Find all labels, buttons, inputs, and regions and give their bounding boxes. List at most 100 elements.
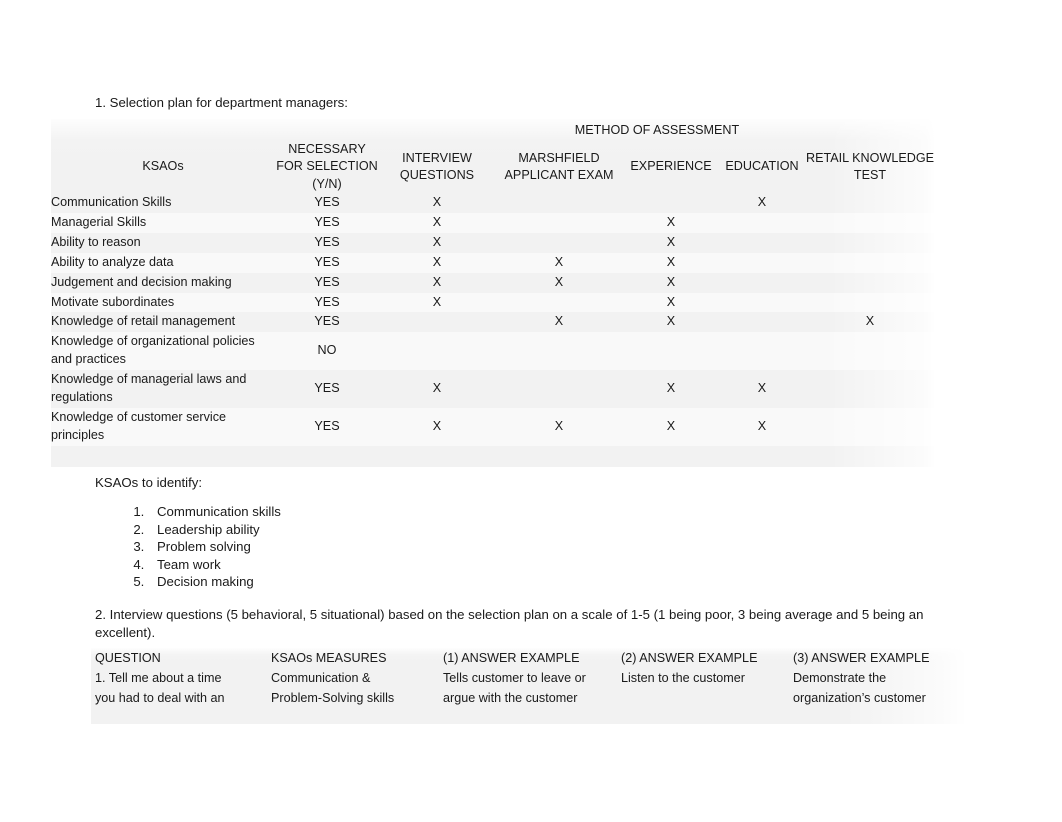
table-row: Knowledge of customer service principles… xyxy=(51,407,935,446)
cell-education xyxy=(719,253,805,273)
column-header: (3) ANSWER EXAMPLE xyxy=(793,651,930,665)
cell-marshfield-applicant-exam xyxy=(495,233,623,253)
cell-experience xyxy=(623,193,719,213)
selection-plan-table-container: METHOD OF ASSESSMENT KSAOs NECESSARY FOR… xyxy=(51,119,935,467)
cell-retail-knowledge-test xyxy=(805,213,935,233)
cell-retail-knowledge-test xyxy=(805,370,935,408)
list-item: Team work xyxy=(148,556,281,574)
ksaos-to-identify-label: KSAOs to identify: xyxy=(95,475,203,490)
cell-necessary-for-selection: YES xyxy=(314,234,340,249)
cell-interview-questions xyxy=(379,332,495,370)
column-header: KSAOs MEASURES xyxy=(271,651,387,665)
column-header-retail-knowledge-test: RETAIL KNOWLEDGE TEST xyxy=(805,150,935,183)
cell-education xyxy=(719,293,805,313)
cell-education xyxy=(719,312,805,332)
cell-ksao-name: Knowledge of customer service principles xyxy=(51,409,226,442)
cell-ksao-name: Ability to reason xyxy=(51,234,141,249)
cell-experience: X xyxy=(666,314,676,329)
ksaos-to-identify-list: Communication skillsLeadership abilityPr… xyxy=(119,503,281,591)
column-header-interview-questions: INTERVIEW QUESTIONS xyxy=(399,150,475,183)
cell-experience: X xyxy=(666,274,676,289)
table-row: Knowledge of managerial laws and regulat… xyxy=(51,370,935,408)
table-row: Knowledge of organizational policies and… xyxy=(51,332,935,370)
table-row: Motivate subordinates YES X X xyxy=(51,292,935,313)
cell-marshfield-applicant-exam xyxy=(495,213,623,233)
column-header-marshfield-applicant-exam: MARSHFIELD APPLICANT EXAM xyxy=(504,150,614,183)
column-header-experience: EXPERIENCE xyxy=(630,159,712,174)
cell-ksaos-measures: Communication & Problem-Solving skills xyxy=(267,668,439,708)
document-page: 1. Selection plan for department manager… xyxy=(0,0,1062,822)
cell-interview-questions xyxy=(379,312,495,332)
cell-answer-example-1: Tells customer to leave or argue with the… xyxy=(439,668,617,708)
cell-answer-example-3: Demonstrate the organization’s customer xyxy=(789,668,967,708)
cell-necessary-for-selection: YES xyxy=(314,195,340,210)
cell-experience: X xyxy=(666,294,676,309)
cell-experience xyxy=(623,332,719,370)
list-item: Problem solving xyxy=(148,538,281,556)
cell-retail-knowledge-test xyxy=(805,273,935,293)
table-row: Ability to analyze data YES X X X xyxy=(51,252,935,273)
cell-answer-example-2: Listen to the customer xyxy=(617,668,789,708)
column-header: (2) ANSWER EXAMPLE xyxy=(621,651,758,665)
interview-questions-paragraph: 2. Interview questions (5 behavioral, 5 … xyxy=(95,607,924,640)
cell-ksao-name: Ability to analyze data xyxy=(51,254,174,269)
cell-necessary-for-selection: YES xyxy=(314,314,340,329)
group-header-spacer-2 xyxy=(275,119,379,141)
cell-interview-questions: X xyxy=(432,418,442,433)
table-header-row: QUESTION KSAOs MEASURES (1) ANSWER EXAMPLE… xyxy=(91,648,967,668)
cell-question: 1. Tell me about a time you had to deal w… xyxy=(91,668,267,708)
cell-necessary-for-selection: YES xyxy=(314,418,340,433)
cell-education: X xyxy=(757,418,767,433)
cell-interview-questions: X xyxy=(432,234,442,249)
cell-retail-knowledge-test xyxy=(805,332,935,370)
table-row: Judgement and decision making YES X X X xyxy=(51,273,935,293)
cell-line: Communication & xyxy=(271,671,371,685)
cell-ksao-name: Judgement and decision making xyxy=(51,274,232,289)
cell-necessary-for-selection: YES xyxy=(314,274,340,289)
cell-marshfield-applicant-exam: X xyxy=(554,274,564,289)
cell-ksao-name: Knowledge of retail management xyxy=(51,314,236,329)
cell-necessary-for-selection: NO xyxy=(317,343,337,358)
column-header: QUESTION xyxy=(95,651,161,665)
table-row: Knowledge of retail management YES X X X xyxy=(51,312,935,332)
cell-retail-knowledge-test xyxy=(805,253,935,273)
cell-necessary-for-selection: YES xyxy=(314,215,340,229)
cell-marshfield-applicant-exam: X xyxy=(554,418,564,433)
group-header-method-of-assessment: METHOD OF ASSESSMENT xyxy=(574,123,740,137)
cell-interview-questions: X xyxy=(432,254,442,269)
cell-experience: X xyxy=(666,254,676,269)
table-row: Communication Skills YES X X xyxy=(51,193,935,213)
cell-marshfield-applicant-exam: X xyxy=(554,254,564,269)
interview-questions-table-body: QUESTION KSAOs MEASURES (1) ANSWER EXAMPLE… xyxy=(91,648,967,708)
cell-line: argue with the customer xyxy=(443,691,578,705)
cell-ksao-name: Motivate subordinates xyxy=(51,294,175,309)
interview-questions-table-container: QUESTION KSAOs MEASURES (1) ANSWER EXAMPLE… xyxy=(91,648,967,724)
column-header-necessary-for-selection: NECESSARY FOR SELECTION (Y/N) xyxy=(276,142,378,191)
list-item: Decision making xyxy=(148,573,281,591)
cell-marshfield-applicant-exam xyxy=(495,193,623,213)
cell-line: you had to deal with an xyxy=(95,691,225,705)
cell-interview-questions: X xyxy=(432,294,442,309)
interview-questions-table: QUESTION KSAOs MEASURES (1) ANSWER EXAMPLE… xyxy=(91,648,967,708)
selection-plan-table-body: Communication Skills YES X X Managerial Skil… xyxy=(51,193,935,446)
cell-education: X xyxy=(757,380,767,395)
cell-marshfield-applicant-exam xyxy=(495,332,623,370)
cell-line: Listen to the customer xyxy=(621,671,745,685)
cell-ksao-name: Communication Skills xyxy=(51,195,172,210)
cell-experience: X xyxy=(666,234,676,249)
cell-marshfield-applicant-exam xyxy=(495,370,623,408)
group-header-spacer xyxy=(51,119,275,141)
cell-ksao-name: Knowledge of organizational policies and… xyxy=(51,334,255,367)
table-row: 1. Tell me about a time you had to deal w… xyxy=(91,668,967,708)
cell-line: organization’s customer xyxy=(793,691,926,705)
cell-education xyxy=(719,273,805,293)
cell-necessary-for-selection: YES xyxy=(314,254,340,269)
cell-education xyxy=(719,213,805,233)
cell-retail-knowledge-test xyxy=(805,193,935,213)
list-item: Communication skills xyxy=(148,503,281,521)
cell-experience: X xyxy=(666,418,676,433)
list-item: Leadership ability xyxy=(148,521,281,539)
cell-marshfield-applicant-exam xyxy=(495,293,623,313)
cell-retail-knowledge-test: X xyxy=(865,314,875,329)
cell-experience: X xyxy=(666,380,676,395)
